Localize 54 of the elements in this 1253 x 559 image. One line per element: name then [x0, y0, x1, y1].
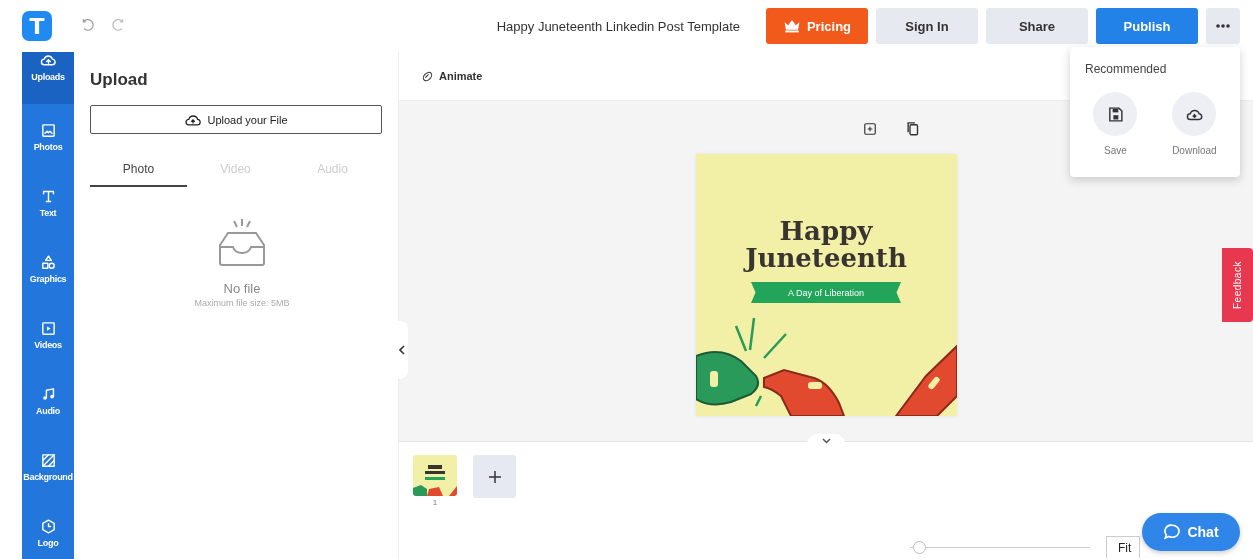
- add-page-button[interactable]: [473, 455, 516, 498]
- chat-bubble-icon: [1163, 523, 1182, 541]
- collapse-panel-button[interactable]: [396, 321, 408, 379]
- upload-button[interactable]: Upload your File: [90, 105, 382, 134]
- design-heading: Happy Juneteenth: [745, 218, 907, 272]
- sidebar-item[interactable]: Text: [22, 170, 74, 236]
- hexagon-clock-icon: [39, 518, 57, 535]
- more-button[interactable]: [1206, 8, 1240, 44]
- duplicate-button[interactable]: [904, 120, 920, 137]
- sidebar-item[interactable]: Background: [22, 434, 74, 500]
- page-number: 1: [432, 498, 438, 507]
- sidebar-item[interactable]: Photos: [22, 104, 74, 170]
- document-title: Happy Juneteenth Linkedin Post Template: [496, 18, 740, 34]
- sidebar-item[interactable]: Graphics: [22, 236, 74, 302]
- app-logo: T: [22, 11, 52, 41]
- plus-square-icon: [862, 121, 877, 136]
- popup-title: Recommended: [1085, 62, 1168, 76]
- plus-icon: [487, 469, 502, 484]
- upload-cloud-icon: [184, 112, 203, 127]
- sidebar-item[interactable]: Videos: [22, 302, 74, 368]
- copy-icon: [904, 120, 920, 137]
- video-icon: [39, 320, 57, 337]
- toolbar-button[interactable]: Share: [986, 8, 1088, 44]
- shapes-icon: [39, 254, 57, 271]
- animate-icon: [421, 69, 434, 83]
- zoom-fit-field[interactable]: Fit: [1106, 536, 1140, 558]
- add-page-button[interactable]: [862, 120, 877, 137]
- image-icon: [39, 122, 57, 139]
- chevron-left-icon: [399, 345, 405, 355]
- redo-icon: [110, 18, 126, 34]
- undo-button[interactable]: [80, 18, 96, 34]
- sidebar-item[interactable]: Audio: [22, 368, 74, 434]
- chat-button[interactable]: Chat: [1142, 513, 1240, 551]
- publish-button[interactable]: Publish: [1096, 8, 1198, 44]
- striped-square-icon: [39, 452, 57, 469]
- more-icon: [1216, 24, 1230, 28]
- slider-thumb[interactable]: [913, 540, 926, 554]
- chevron-down-icon: [821, 438, 831, 444]
- undo-icon: [80, 18, 96, 34]
- animate-button[interactable]: Animate: [421, 69, 483, 83]
- toolbar-button[interactable]: Sign In: [876, 8, 978, 44]
- sidebar-item[interactable]: Logo: [22, 500, 74, 559]
- media-tab[interactable]: Photo: [90, 154, 187, 187]
- design-ribbon: A Day of Liberation: [751, 282, 901, 303]
- redo-button[interactable]: [110, 18, 126, 34]
- empty-title: No file: [223, 281, 261, 296]
- panel-title: Upload: [90, 70, 149, 90]
- sidebar-item[interactable]: Uploads: [22, 52, 74, 104]
- feedback-button[interactable]: Feedback: [1222, 248, 1253, 322]
- save-icon: [1106, 105, 1124, 123]
- crown-icon: [782, 19, 801, 33]
- empty-note: Maximum file size: 5MB: [194, 298, 290, 308]
- page-thumbnail[interactable]: [413, 455, 457, 496]
- pricing-button[interactable]: Pricing: [766, 8, 868, 44]
